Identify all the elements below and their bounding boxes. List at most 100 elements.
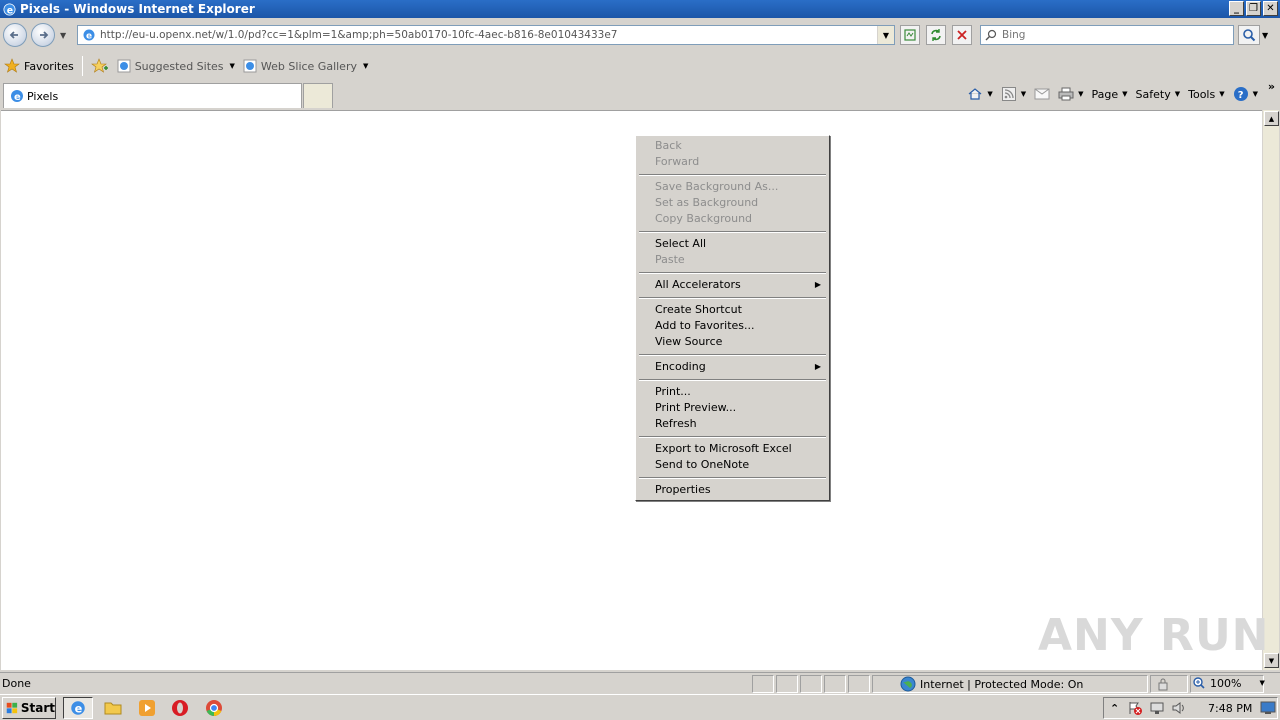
windows-logo-icon	[6, 702, 18, 714]
menu-item-export-to-microsoft-excel[interactable]: Export to Microsoft Excel	[638, 441, 827, 457]
start-label: Start	[20, 701, 55, 715]
new-tab-button[interactable]	[303, 83, 333, 108]
help-icon: ?	[1233, 87, 1248, 101]
menu-item-create-shortcut[interactable]: Create Shortcut	[638, 302, 827, 318]
chevron-down-icon: ▼	[1252, 90, 1258, 98]
menu-item-label: Print...	[655, 385, 691, 398]
menu-item-label: Save Background As...	[655, 180, 779, 193]
menu-item-encoding[interactable]: Encoding ▶	[638, 359, 827, 375]
refresh-button[interactable]	[926, 25, 946, 45]
menu-item-label: Print Preview...	[655, 401, 737, 414]
status-bar: Done Internet | Protected Mode: On 100% …	[0, 672, 1280, 694]
taskbar-internet-explorer[interactable]: e	[63, 697, 93, 719]
back-button[interactable]	[3, 23, 27, 47]
printer-icon	[1058, 87, 1074, 101]
svg-text:e: e	[86, 32, 92, 42]
menu-separator	[638, 473, 827, 482]
help-button[interactable]: ? ▼	[1233, 86, 1258, 102]
menu-item-print-preview[interactable]: Print Preview...	[638, 400, 827, 416]
recent-pages-dropdown-icon[interactable]: ▼	[60, 31, 66, 40]
chevron-down-icon: ▼	[229, 62, 235, 70]
lock-settings-icon	[1158, 678, 1168, 691]
favorites-bar: Favorites Suggested Sites ▼ Web Slice Ga…	[0, 52, 1280, 80]
globe-icon	[900, 676, 916, 692]
safety-menu-button[interactable]: Safety ▼	[1136, 88, 1181, 101]
menu-item-select-all[interactable]: Select All	[638, 236, 827, 252]
feeds-button[interactable]: ▼	[1001, 86, 1026, 102]
scroll-up-icon[interactable]: ▲	[1264, 111, 1279, 126]
menu-item-label: Export to Microsoft Excel	[655, 442, 792, 455]
volume-icon[interactable]	[1171, 700, 1187, 716]
taskbar-chrome[interactable]	[199, 697, 229, 719]
tools-menu-button[interactable]: Tools ▼	[1188, 88, 1225, 101]
add-favorite-star-icon	[90, 58, 108, 73]
address-bar[interactable]: e http://eu-u.openx.net/w/1.0/pd?cc=1&pl…	[77, 25, 895, 45]
menu-item-view-source[interactable]: View Source	[638, 334, 827, 350]
show-desktop-icon[interactable]	[1260, 701, 1276, 715]
page-content[interactable]	[1, 110, 1262, 670]
status-cell	[776, 675, 798, 693]
menu-item-label: Set as Background	[655, 196, 759, 209]
address-row: ▼ e http://eu-u.openx.net/w/1.0/pd?cc=1&…	[0, 18, 1280, 52]
stop-icon	[957, 30, 967, 40]
menu-item-forward: Forward	[638, 154, 827, 170]
forward-button[interactable]	[31, 23, 55, 47]
menu-item-send-to-onenote[interactable]: Send to OneNote	[638, 457, 827, 473]
rss-feed-icon	[1001, 87, 1016, 101]
taskbar-explorer[interactable]	[98, 697, 128, 719]
submenu-arrow-icon: ▶	[814, 280, 821, 289]
menu-separator	[638, 350, 827, 359]
protected-mode-cell[interactable]	[1150, 675, 1188, 693]
suggested-sites-link[interactable]: Suggested Sites ▼	[113, 55, 239, 77]
search-input[interactable]	[1002, 29, 1222, 41]
page-menu-button[interactable]: Page ▼	[1092, 88, 1128, 101]
tools-menu-label: Tools	[1188, 87, 1216, 101]
taskbar-media-player[interactable]	[132, 697, 162, 719]
show-hidden-icons-icon[interactable]: ⌃	[1110, 702, 1119, 715]
menu-item-refresh[interactable]: Refresh	[638, 416, 827, 432]
read-mail-button[interactable]	[1034, 86, 1050, 102]
close-button[interactable]: ✕	[1263, 1, 1278, 16]
clock[interactable]: 7:48 PM	[1208, 702, 1252, 715]
favorites-button[interactable]: Favorites	[0, 55, 78, 77]
status-cell	[800, 675, 822, 693]
maximize-button[interactable]: ❐	[1246, 1, 1261, 16]
url-text[interactable]: http://eu-u.openx.net/w/1.0/pd?cc=1&plm=…	[100, 29, 617, 41]
search-button[interactable]	[1238, 25, 1260, 45]
action-center-flag-icon[interactable]	[1127, 700, 1143, 716]
menu-item-add-to-favorites[interactable]: Add to Favorites...	[638, 318, 827, 334]
network-icon[interactable]	[1149, 700, 1165, 716]
address-dropdown-icon[interactable]: ▼	[877, 26, 894, 44]
home-button[interactable]: ▼	[967, 86, 993, 102]
zoom-control[interactable]: 100% ▼	[1192, 676, 1265, 690]
taskbar-opera[interactable]	[165, 697, 195, 719]
page-icon: e	[83, 29, 95, 42]
vertical-scrollbar[interactable]: ▲ ▼	[1262, 110, 1279, 670]
tab-row: e Pixels » ▼ ▼ ▼ Page ▼ Safety ▼ Tools ▼…	[0, 80, 1280, 109]
chrome-icon	[206, 700, 222, 716]
title-bar[interactable]: e Pixels - Windows Internet Explorer _ ❐…	[0, 0, 1280, 18]
compatibility-view-button[interactable]	[900, 25, 920, 45]
menu-item-label: Back	[655, 139, 682, 152]
tab-pixels[interactable]: e Pixels	[3, 83, 302, 108]
search-options-dropdown-icon[interactable]: ▼	[1262, 31, 1268, 40]
more-commands-icon[interactable]: »	[1268, 80, 1275, 93]
minimize-button[interactable]: _	[1229, 1, 1244, 16]
search-box[interactable]	[980, 25, 1234, 45]
add-to-favorites-bar-button[interactable]	[87, 55, 113, 77]
menu-item-properties[interactable]: Properties	[638, 482, 827, 498]
web-slice-gallery-link[interactable]: Web Slice Gallery ▼	[239, 55, 372, 77]
start-button[interactable]: Start	[2, 697, 56, 719]
menu-item-label: Add to Favorites...	[655, 319, 755, 332]
menu-item-paste: Paste	[638, 252, 827, 268]
menu-item-all-accelerators[interactable]: All Accelerators ▶	[638, 277, 827, 293]
chevron-down-icon: ▼	[1020, 90, 1027, 98]
security-zone[interactable]: Internet | Protected Mode: On	[900, 676, 1083, 692]
ie-page-icon	[117, 59, 131, 73]
chevron-down-icon: ▼	[1078, 90, 1084, 98]
media-player-icon	[139, 700, 155, 716]
menu-item-print[interactable]: Print...	[638, 384, 827, 400]
stop-button[interactable]	[952, 25, 972, 45]
print-button[interactable]: ▼	[1058, 86, 1084, 102]
tab-label: Pixels	[27, 89, 59, 103]
